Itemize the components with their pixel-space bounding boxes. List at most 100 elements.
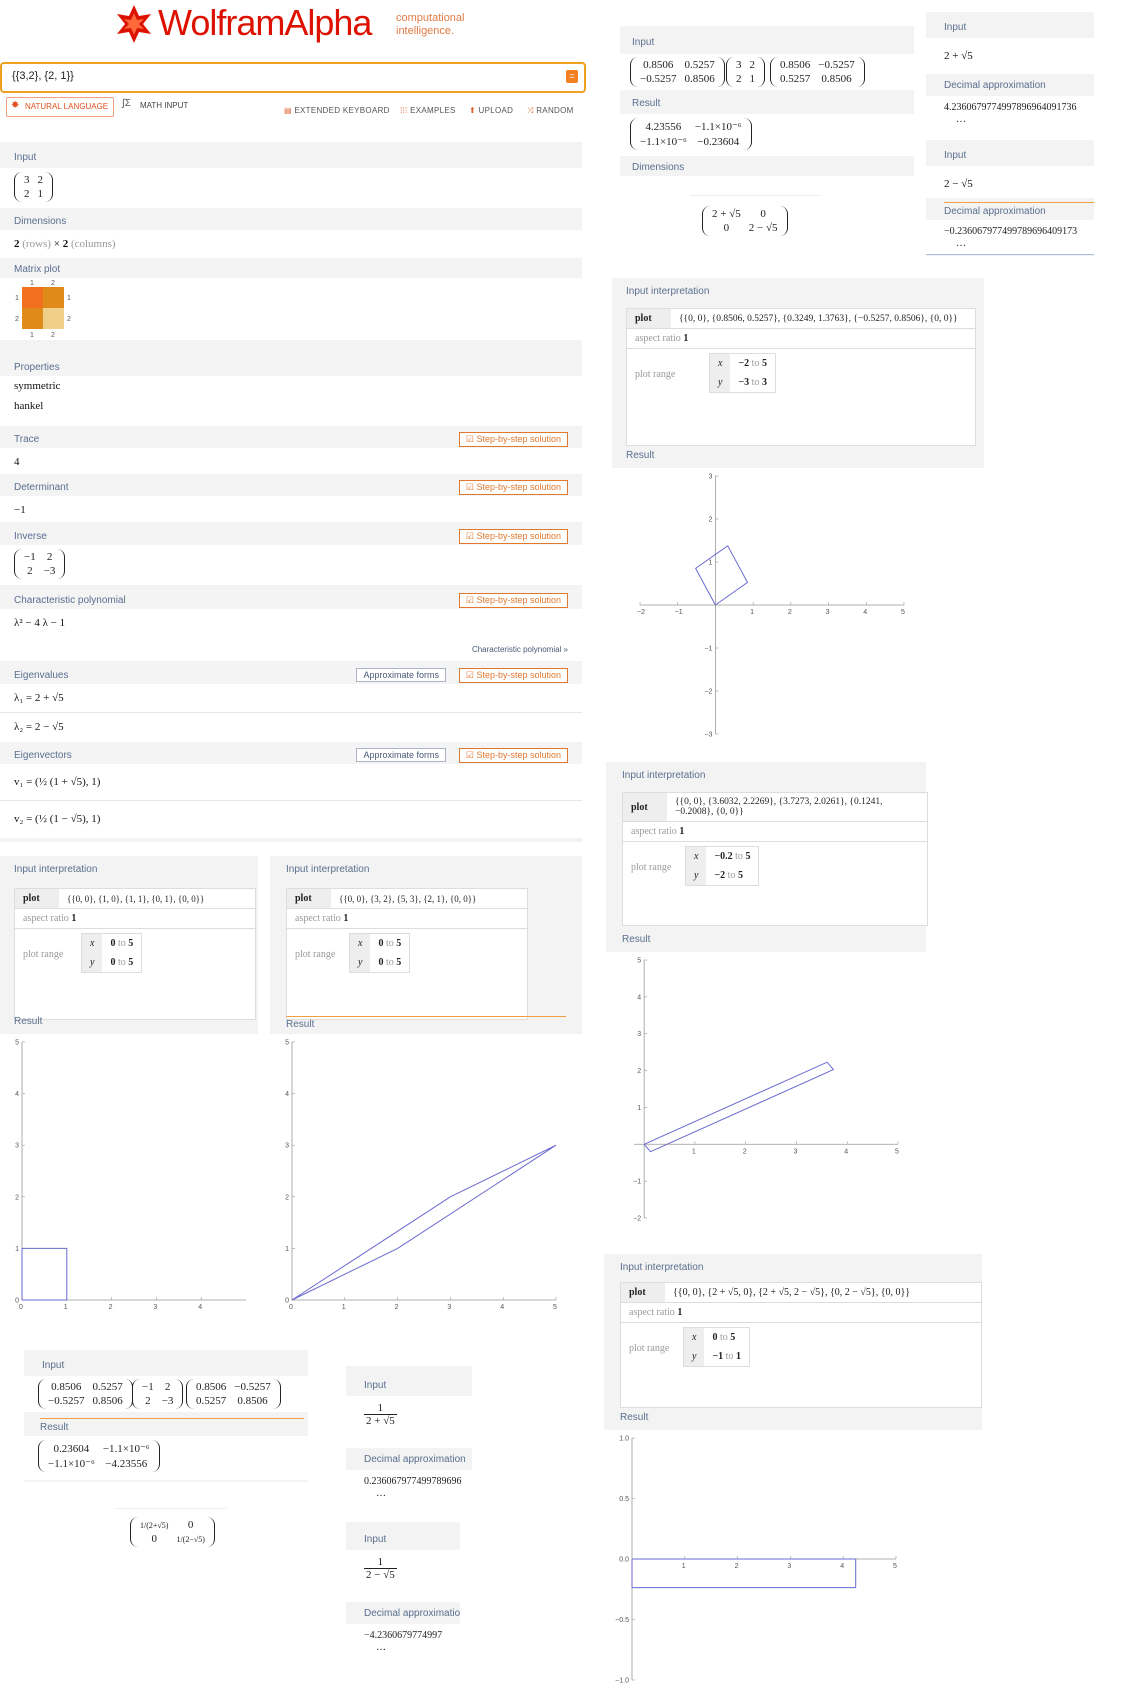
x-tick-label: 5	[553, 1304, 557, 1311]
p4-interpretation-label: Input interpretation	[286, 864, 370, 875]
compute-button[interactable]: =	[566, 70, 578, 83]
p2-plot-range: plot range x −0.2 to 5 y −2 to 5	[623, 842, 927, 898]
matrix-cell: 0	[151, 1533, 157, 1545]
y-tick-label: 3	[637, 1031, 641, 1038]
x-tick-label: 5	[895, 1148, 899, 1155]
examples-label: EXAMPLES	[410, 106, 456, 115]
p5-plot-range: plot range x 0 to 5 y −1 to 1	[621, 1323, 981, 1379]
natural-language-button[interactable]: ✸ NATURAL LANGUAGE	[6, 97, 114, 117]
x-tick-label: 1	[342, 1304, 346, 1311]
matrix-cell: −0.5257	[640, 73, 677, 85]
trace-step-by-step-button[interactable]: ☑ Step-by-step solution	[458, 432, 568, 447]
grid-icon: ⁞⁞⁞	[400, 106, 411, 115]
matrix-cell: 0.8506	[821, 73, 852, 85]
x-var: x	[683, 1327, 705, 1347]
r2-input-pod: 1 2 − √5	[346, 1550, 460, 1602]
aspect-ratio-word: aspect ratio	[631, 826, 677, 837]
p1-points: {{0, 0}, {0.8506, 0.5257}, {0.3249, 1.37…	[679, 313, 958, 324]
eigenvalues-approximate-forms-button[interactable]: Approximate forms	[356, 668, 446, 682]
matrix-cell: −1	[24, 551, 36, 563]
inverse-step-by-step-button[interactable]: ☑ Step-by-step solution	[458, 529, 568, 544]
y-var: y	[709, 373, 731, 393]
step-by-step-label: Step-by-step solution	[476, 434, 561, 444]
x-tick-label: 4	[198, 1304, 202, 1311]
p2-result-label: Result	[622, 934, 651, 945]
matrix-cell: 2	[27, 565, 33, 577]
p3-y-range: 0 to 5	[110, 957, 134, 968]
x-tick-label: 5	[901, 609, 905, 616]
x-tick-label: −1	[675, 609, 683, 616]
natural-language-icon: ✸	[11, 100, 20, 111]
results-panel: Input 32 21 Dimensions 2 (rows) × 2 (col…	[0, 142, 582, 842]
step-by-step-label: Step-by-step solution	[476, 595, 561, 605]
search-input[interactable]: {{3,2}, {2, 1}}	[12, 70, 74, 82]
determinant-step-by-step-button[interactable]: ☑ Step-by-step solution	[458, 480, 568, 495]
r1-decimal-pod: 0.236067977499789696 …	[346, 1470, 472, 1506]
x-tick-label: 1	[64, 1304, 68, 1311]
r1-decimal-value: 0.236067977499789696	[364, 1476, 462, 1487]
x-tick-label: 3	[793, 1148, 797, 1155]
ev1-decimal-label: Decimal approximation	[944, 80, 1046, 91]
aspect-ratio-word: aspect ratio	[23, 913, 69, 924]
inv-input-label: Input	[42, 1360, 65, 1371]
matrix-plot-tick: 2	[51, 332, 55, 339]
matrix-cell: 0.8506	[92, 1395, 123, 1407]
char-poly-step-by-step-button[interactable]: ☑ Step-by-step solution	[458, 593, 568, 608]
matrix-cell: 0.5257	[684, 59, 715, 71]
p2-y-range: −2 to 5	[714, 870, 743, 881]
y-tick-label: −1	[633, 1179, 641, 1186]
eigenvectors-step-by-step-button[interactable]: ☑ Step-by-step solution	[458, 748, 568, 763]
math-input-label: MATH INPUT	[140, 101, 189, 110]
matrix-plot-cell	[22, 287, 43, 308]
x-var: x	[709, 353, 731, 373]
x-tick-label: 2	[743, 1148, 747, 1155]
r2-denominator: 2 − √5	[366, 1569, 395, 1581]
search-bar[interactable]: {{3,2}, {2, 1}} =	[0, 62, 586, 93]
inv-result-label: Result	[40, 1418, 304, 1433]
y-tick-label: 1.0	[619, 1436, 629, 1443]
rotation-matrix: 0.8506 0.5257 −0.5257 0.8506	[38, 1379, 133, 1409]
matrix-cell: −0.5257	[818, 59, 855, 71]
p1-result-pod: −2 −1 1 2 3 4 5 3 2 1 −1 −2 −3	[612, 468, 984, 752]
x-tick-label: 2	[395, 1304, 399, 1311]
matrix-cell: 4.23556	[645, 120, 682, 133]
matrix-plot-cell	[22, 308, 43, 329]
p1-y-range: −3 to 3	[738, 377, 767, 388]
p2-result-pod: 1 2 3 4 5 5 4 3 2 1 −1 −2	[606, 952, 926, 1240]
p2-x-range: −0.2 to 5	[714, 851, 751, 862]
p2-plot: 1 2 3 4 5 5 4 3 2 1 −1 −2	[633, 958, 899, 1223]
dimensions-pod: 2 (rows) × 2 (columns)	[0, 230, 582, 258]
math-input-button[interactable]: ∫Σ MATH INPUT	[120, 97, 200, 115]
plot-panel-1: Input interpretation plot {{0, 0}, {0.85…	[612, 278, 984, 752]
diagonal-matrix-card: 2 + √5 0 0 2 − √5	[690, 195, 820, 250]
p1-result-label: Result	[626, 450, 655, 461]
random-link[interactable]: ⤨ RANDOM	[527, 106, 574, 116]
p1-plot-row: plot {{0, 0}, {0.8506, 0.5257}, {0.3249,…	[627, 309, 975, 329]
reciprocal-panel-2: Input 1 2 − √5 Decimal approximation −4.…	[346, 1522, 460, 1662]
eigenvectors-approximate-forms-button[interactable]: Approximate forms	[356, 748, 446, 762]
p4-result-pod: 0 1 2 3 4 5 5 4 3 2 1 0	[270, 1034, 582, 1322]
eigenvalues-step-by-step-button[interactable]: ☑ Step-by-step solution	[458, 668, 568, 683]
matrix-cell: 2	[37, 174, 44, 186]
y-var: y	[349, 953, 371, 973]
eigenvalues-pod: λ₁ = 2 + √5 λ₂ = 2 − √5	[0, 684, 582, 742]
y-var: y	[683, 1347, 705, 1367]
upload-link[interactable]: ⬆ UPLOAD	[469, 106, 513, 115]
x-tick-label: 4	[863, 609, 867, 616]
x-tick-label: 1	[682, 1563, 686, 1570]
wolfram-logo[interactable]: WolframAlpha computational intelligence.	[114, 2, 474, 46]
diagonalization-panel: Input 0.8506 0.5257 −0.5257 0.8506 32 21 0…	[620, 26, 914, 176]
extended-keyboard-link[interactable]: ▤ EXTENDED KEYBOARD	[284, 106, 390, 115]
p5-result-label: Result	[620, 1412, 649, 1423]
p3-result-label: Result	[14, 1016, 43, 1027]
cols-word: (columns)	[70, 238, 116, 250]
properties-pod: symmetric hankel	[0, 376, 582, 426]
diag-result-pod: 4.23556 −1.1×10⁻⁶ −1.1×10⁻⁶ −0.23604	[620, 114, 914, 156]
upload-label: UPLOAD	[478, 106, 514, 115]
p5-plot-row: plot {{0, 0}, {2 + √5, 0}, {2 + √5, 2 − …	[621, 1283, 981, 1303]
y-tick-label: 3	[285, 1143, 289, 1150]
char-poly-link[interactable]: Characteristic polynomial »	[472, 645, 568, 654]
examples-link[interactable]: ⁞⁞⁞ EXAMPLES	[400, 106, 456, 115]
matrix-cell: −4.23556	[105, 1457, 148, 1470]
ev1-ellipsis: …	[956, 114, 966, 125]
